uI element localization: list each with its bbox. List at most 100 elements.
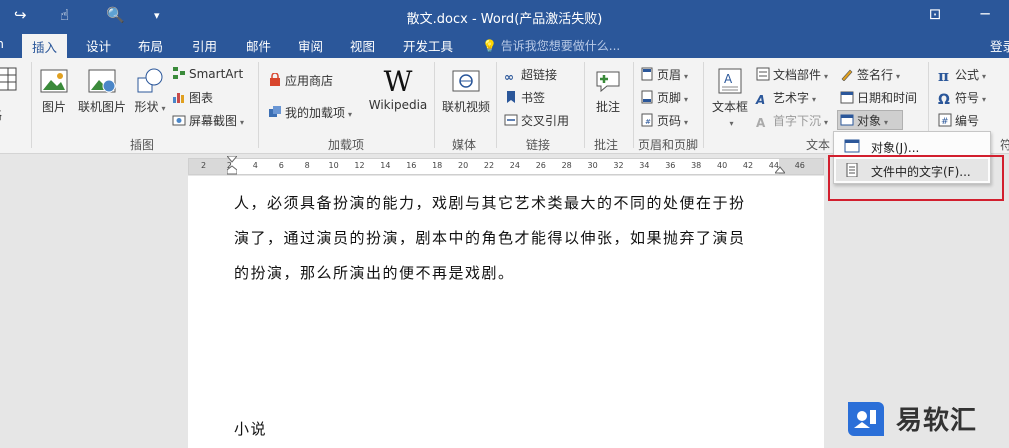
tab-file-partial[interactable]: n [0,36,4,51]
shapes-button[interactable]: 形状 ▾ [134,66,166,115]
omega-icon: Ω [938,92,950,108]
ruler-tick-label: 20 [458,161,469,170]
indent-marker-icon[interactable] [227,156,237,176]
bookmark-icon [507,91,515,103]
ribbon-display-icon[interactable]: ⊡ [924,5,946,25]
tab-review[interactable]: 审阅 [298,36,323,55]
right-indent-marker-icon[interactable] [775,165,785,175]
minimize-icon[interactable]: ─ [974,5,996,25]
textbox-button[interactable]: A 文本框 ▾ [710,66,750,129]
online-picture-button[interactable]: 联机图片 [76,66,128,115]
table-button[interactable]: 表格 [0,64,17,122]
tab-references[interactable]: 引用 [192,36,217,55]
tell-me-box[interactable]: 💡 告诉我您想要做什么... [482,37,620,54]
tab-insert[interactable]: 插入 [22,34,68,58]
cross-reference-button[interactable]: 交叉引用 [504,112,569,129]
screenshot-button[interactable]: 屏幕截图 ▾ [172,112,244,129]
group-label-comments: 批注 [594,138,619,152]
table-icon [0,67,17,91]
header-icon [641,67,653,81]
menu-item-object[interactable]: 对象(J)... [836,135,988,157]
ruler-tick-label: 46 [794,161,805,170]
wikipedia-icon: W [383,65,413,98]
svg-text:#: # [941,117,949,127]
ruler-tick-label: 42 [742,161,754,170]
equation-button[interactable]: π 公式 ▾ [938,66,986,85]
signature-line-button[interactable]: 签名行 ▾ [840,66,900,83]
quick-parts-button[interactable]: 文档部件 ▾ [756,66,828,83]
group-separator [496,62,497,148]
dropcap-icon: A [756,116,766,130]
ruler-tick-label: 16 [406,161,417,170]
window-title: 散文.docx - Word(产品激活失败) [406,12,603,27]
sign-in-link[interactable]: 登录 [990,36,1009,55]
smartart-button[interactable]: SmartArt [172,66,243,81]
bookmark-button[interactable]: 书签 [504,89,545,106]
tab-layout[interactable]: 布局 [138,36,163,55]
group-label-links: 链接 [526,138,551,152]
ruler-tick-label: 10 [328,161,339,170]
store-icon [270,73,280,86]
online-video-icon [452,70,480,92]
page-number-button[interactable]: # 页码 ▾ [640,112,688,129]
group-separator [31,62,32,148]
tab-design[interactable]: 设计 [86,36,111,55]
horizontal-ruler[interactable]: 2 2 4 6 8 10 12 14 16 18 20 22 24 26 28 30 32 34 36 38 40 42 4… [188,156,824,176]
datetime-button[interactable]: 日期和时间 [840,89,917,106]
signature-icon [841,69,853,81]
svg-text:#: # [645,118,651,126]
ruler-tick-label: 38 [691,161,702,170]
chart-button[interactable]: 图表 [172,89,213,106]
ruler-tick-label: 2 [201,161,207,170]
tab-mailings[interactable]: 邮件 [246,36,271,55]
wordart-button[interactable]: A 艺术字 ▾ [756,89,816,107]
wordart-icon: A [756,93,766,107]
cross-reference-icon [504,114,518,126]
section-heading: 小说 [234,420,268,438]
group-separator [633,62,634,148]
group-label-header-footer: 页眉和页脚 [638,138,699,152]
ruler-tick-label: 6 [278,161,284,170]
object-button[interactable]: 对象 ▾ [837,110,903,130]
ruler-tick-label: 28 [561,161,572,170]
group-separator [703,62,704,148]
footer-button[interactable]: 页脚 ▾ [640,89,688,106]
ruler-tick-label: 22 [483,161,495,170]
lightbulb-icon: 💡 [482,39,497,53]
store-button[interactable]: 应用商店 [268,72,333,89]
tab-developer[interactable]: 开发工具 [403,36,453,55]
ruler-tick-label: 4 [252,161,258,170]
screenshot-icon [172,115,186,126]
online-picture-icon [88,69,116,93]
hyperlink-button[interactable]: ∞ 超链接 [504,66,557,84]
group-separator [258,62,259,148]
shapes-icon [137,68,163,93]
ruler-tick-label: 14 [380,161,391,170]
watermark-logo-icon [848,402,884,436]
comment-button[interactable]: 批注 [590,66,626,115]
ruler-tick-label: 36 [665,161,676,170]
object-icon [840,114,854,126]
watermark: 易软汇 [836,388,1009,448]
ruler-tick-label: 26 [535,161,546,170]
ruler-margin-left [189,159,231,174]
picture-icon [40,69,68,93]
ruler-tick-label: 32 [613,161,624,170]
header-button[interactable]: 页眉 ▾ [640,66,688,83]
paragraph-line: 演了，通过演员的扮演，剧本中的角色才能得以伸张，如果抛弃了演员 [234,229,746,247]
page-number-icon: # [641,113,653,127]
ruler-tick-label: 34 [639,161,650,170]
wikipedia-button[interactable]: W Wikipedia [368,65,428,113]
ruler-tick-label: 18 [432,161,443,170]
calendar-icon [840,91,854,104]
number-button[interactable]: # 编号 [938,112,979,129]
document-page[interactable]: 人，必须具备扮演的能力，戏剧与其它艺术类最大的不同的处便在于扮 演了，通过演员的… [188,176,824,448]
online-video-button[interactable]: 联机视频 [440,66,492,115]
my-addins-icon [269,106,281,117]
my-addins-button[interactable]: 我的加载项 ▾ [268,104,352,121]
picture-button[interactable]: 图片 [38,66,70,115]
group-separator [434,62,435,148]
tab-view[interactable]: 视图 [350,36,375,55]
symbol-button[interactable]: Ω 符号 ▾ [938,89,986,108]
group-label-symbols: 符 [1000,138,1009,152]
